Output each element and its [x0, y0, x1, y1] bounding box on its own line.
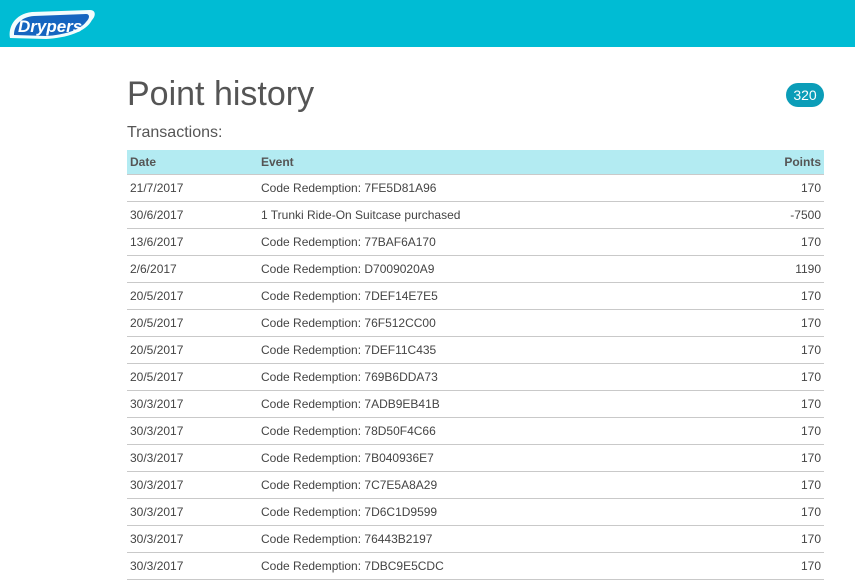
column-header-date: Date [127, 150, 258, 175]
event-cell: 1 Trunki Ride-On Suitcase purchased [258, 201, 694, 229]
event-cell: Code Redemption: 7ADB9EB41B [258, 390, 694, 418]
transactions-heading: Transactions: [127, 124, 223, 141]
date-cell: 30/3/2017 [127, 417, 258, 445]
event-cell: Code Redemption: D7009020A9 [258, 255, 694, 283]
event-cell: Code Redemption: 78D50F4C66 [258, 417, 694, 445]
table-row: 2/6/2017 Code Redemption: D7009020A9 119… [127, 255, 824, 283]
date-cell: 2/6/2017 [127, 255, 258, 283]
date-cell: 30/3/2017 [127, 390, 258, 418]
date-cell: 30/3/2017 [127, 444, 258, 472]
column-header-points: Points [694, 150, 824, 175]
date-cell: 20/5/2017 [127, 363, 258, 391]
table-row: 20/5/2017 Code Redemption: 769B6DDA73 17… [127, 363, 824, 391]
event-cell: Code Redemption: 769B6DDA73 [258, 363, 694, 391]
points-cell: 170 [694, 552, 824, 580]
date-cell: 30/3/2017 [127, 498, 258, 526]
column-header-event: Event [258, 150, 694, 175]
table-row: 30/3/2017 Code Redemption: 76443B2197 17… [127, 525, 824, 553]
event-cell: Code Redemption: 7DBC9E5CDC [258, 552, 694, 580]
event-cell: Code Redemption: 7FE5D81A96 [258, 174, 694, 202]
points-cell: 170 [694, 525, 824, 553]
points-cell: -7500 [694, 201, 824, 229]
event-cell: Code Redemption: 76F512CC00 [258, 309, 694, 337]
date-cell: 30/3/2017 [127, 471, 258, 499]
points-cell: 170 [694, 336, 824, 364]
date-cell: 30/6/2017 [127, 201, 258, 229]
points-balance-badge: 320 [786, 83, 824, 107]
table-row: 30/3/2017 Code Redemption: 7B040936E7 17… [127, 444, 824, 472]
logo-text: Drypers [18, 17, 82, 36]
table-row: 30/3/2017 Code Redemption: 7ADB9EB41B 17… [127, 390, 824, 418]
date-cell: 30/3/2017 [127, 552, 258, 580]
event-cell: Code Redemption: 7D6C1D9599 [258, 498, 694, 526]
points-cell: 1190 [694, 255, 824, 283]
table-row: 30/3/2017 Code Redemption: 7C7E5A8A29 17… [127, 471, 824, 499]
event-cell: Code Redemption: 7B040936E7 [258, 444, 694, 472]
table-row: 21/7/2017 Code Redemption: 7FE5D81A96 17… [127, 174, 824, 202]
table-row: 30/6/2017 1 Trunki Ride-On Suitcase purc… [127, 201, 824, 229]
table-row: 30/3/2017 Code Redemption: 78D50F4C66 17… [127, 417, 824, 445]
points-cell: 170 [694, 417, 824, 445]
event-cell: Code Redemption: 7DEF11C435 [258, 336, 694, 364]
event-cell: Code Redemption: 76443B2197 [258, 525, 694, 553]
date-cell: 20/5/2017 [127, 282, 258, 310]
top-navigation-bar: Drypers [0, 0, 855, 47]
event-cell: Code Redemption: 77BAF6A170 [258, 228, 694, 256]
table-header-row: Date Event Points [127, 150, 824, 175]
date-cell: 21/7/2017 [127, 174, 258, 202]
drypers-logo[interactable]: Drypers [6, 8, 96, 42]
page-title: Point history [127, 75, 315, 113]
event-cell: Code Redemption: 7DEF14E7E5 [258, 282, 694, 310]
points-cell: 170 [694, 309, 824, 337]
points-cell: 170 [694, 471, 824, 499]
table-row: 20/5/2017 Code Redemption: 76F512CC00 17… [127, 309, 824, 337]
date-cell: 13/6/2017 [127, 228, 258, 256]
table-row: 30/3/2017 Code Redemption: 7DBC9E5CDC 17… [127, 552, 824, 580]
date-cell: 20/5/2017 [127, 336, 258, 364]
table-row: 13/6/2017 Code Redemption: 77BAF6A170 17… [127, 228, 824, 256]
table-row: 30/3/2017 Code Redemption: 7D6C1D9599 17… [127, 498, 824, 526]
event-cell: Code Redemption: 7C7E5A8A29 [258, 471, 694, 499]
table-row: 20/5/2017 Code Redemption: 7DEF11C435 17… [127, 336, 824, 364]
transactions-table: Date Event Points 21/7/2017 Code Redempt… [127, 150, 824, 580]
points-cell: 170 [694, 390, 824, 418]
table-row: 20/5/2017 Code Redemption: 7DEF14E7E5 17… [127, 282, 824, 310]
points-cell: 170 [694, 363, 824, 391]
points-cell: 170 [694, 228, 824, 256]
points-cell: 170 [694, 282, 824, 310]
date-cell: 20/5/2017 [127, 309, 258, 337]
date-cell: 30/3/2017 [127, 525, 258, 553]
points-cell: 170 [694, 174, 824, 202]
points-cell: 170 [694, 498, 824, 526]
points-cell: 170 [694, 444, 824, 472]
